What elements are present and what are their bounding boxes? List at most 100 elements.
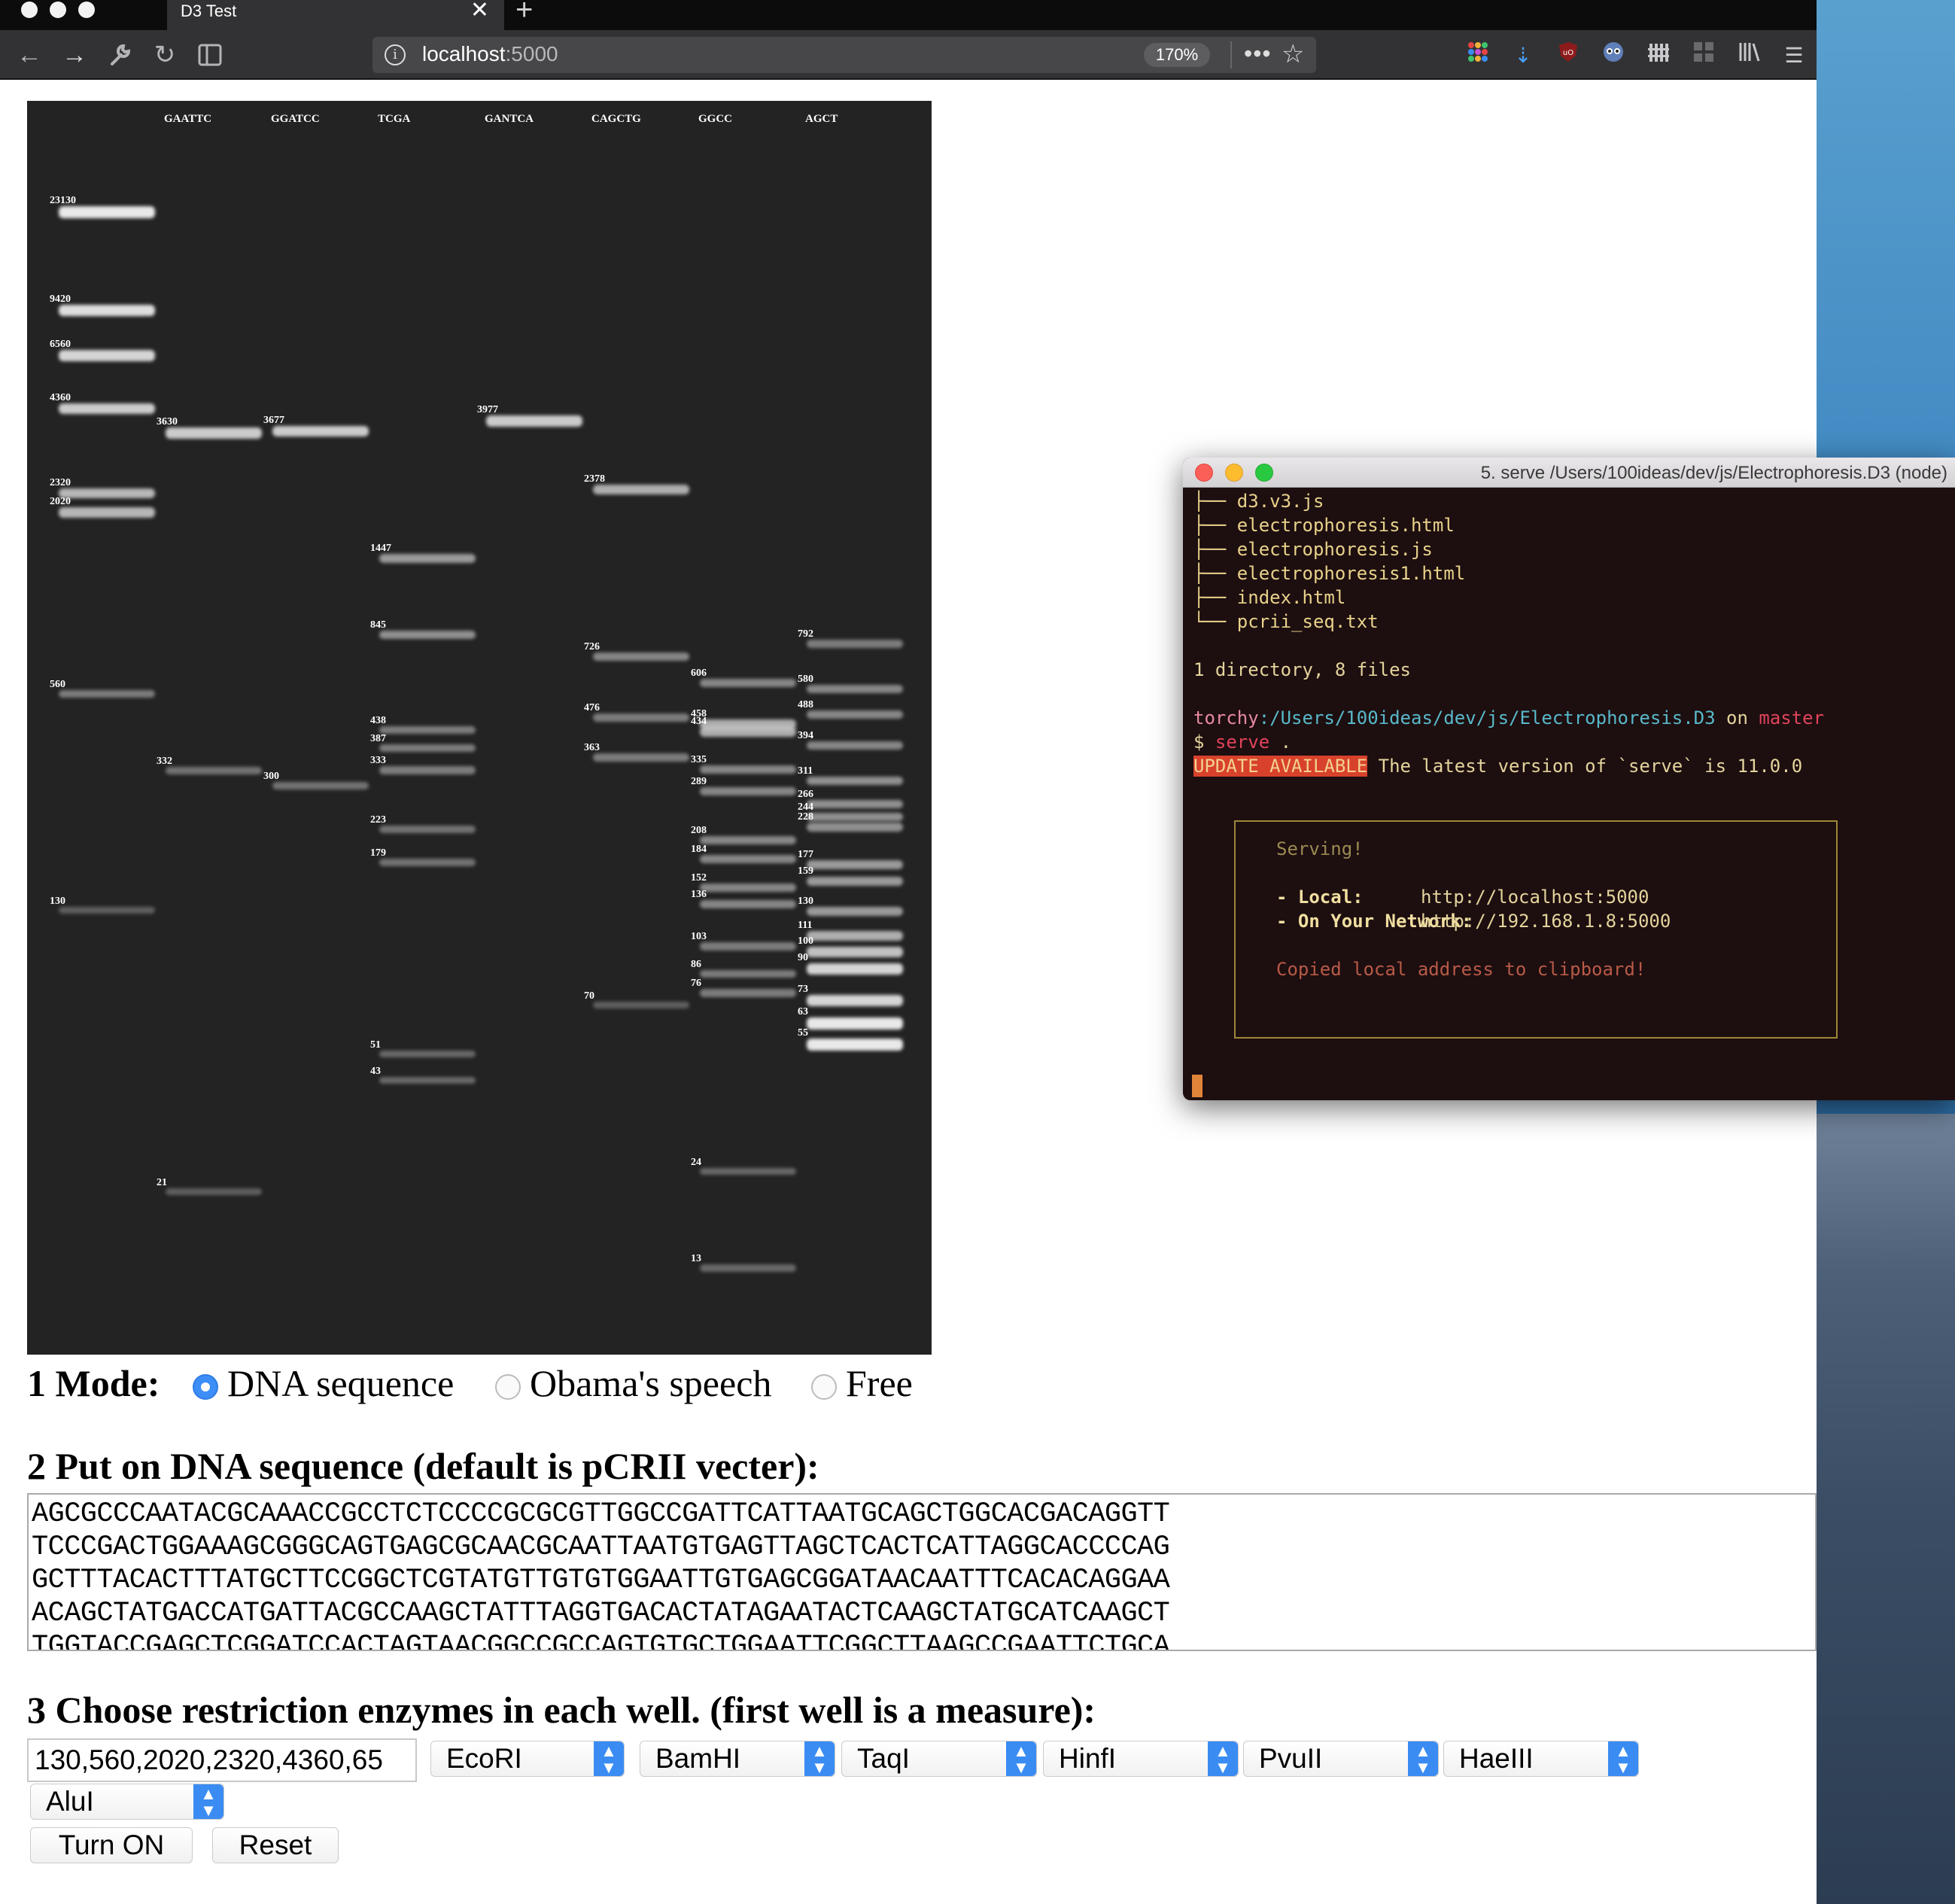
measure-input[interactable]: 130,560,2020,2320,4360,65 — [27, 1738, 417, 1782]
reset-button[interactable]: Reset — [212, 1827, 339, 1863]
gel-band — [59, 488, 155, 499]
lane-header: GAATTC — [164, 113, 212, 125]
sequence-textarea[interactable]: AGCGCCCAATACGCAAACCGCCTCTCCCCGCGCGTTGGCC… — [27, 1493, 1817, 1651]
lane-header: AGCT — [805, 113, 838, 125]
tree-line: ├── d3.v3.js — [1193, 491, 1324, 512]
enzyme-select-4[interactable]: HinfI ▲ ▼ — [1043, 1741, 1239, 1777]
enzyme-select-3[interactable]: TaqI ▲ ▼ — [841, 1741, 1037, 1777]
menu-icon[interactable]: ☰ — [1779, 41, 1809, 71]
privacy-extension-icon[interactable] — [1598, 41, 1628, 71]
sequence-line: GCTTTACACTTTATGCTTCCGGCTCGTATGTTGTGTGGAA… — [32, 1565, 1170, 1596]
band-size-label: 208 — [691, 825, 707, 837]
window-minimize-control[interactable] — [50, 2, 66, 18]
gel-band — [807, 963, 903, 975]
forward-icon[interactable]: → — [59, 38, 90, 72]
enzyme-select-value: HinfI — [1059, 1743, 1117, 1774]
chevron-updown-icon: ▲ ▼ — [1408, 1741, 1438, 1776]
gel-band — [700, 969, 796, 978]
chevron-updown-icon: ▲ ▼ — [1608, 1741, 1638, 1776]
new-tab-icon[interactable]: + — [515, 0, 533, 25]
copied-message: Copied local address to clipboard! — [1276, 959, 1646, 980]
gel-band — [379, 554, 476, 564]
gel-band — [166, 1188, 262, 1196]
window-close-control[interactable] — [21, 2, 38, 18]
band-size-label: 3977 — [477, 404, 498, 416]
navigation-toolbar: ← → ↻ i localhost:5000 170% ••• ☆ ⇣ uO ☰ — [0, 30, 1817, 80]
tab-grid-icon[interactable] — [1689, 41, 1719, 71]
band-size-label: 63 — [798, 1006, 808, 1018]
band-size-label: 23130 — [50, 195, 76, 206]
ublock-icon[interactable]: uO — [1553, 41, 1583, 71]
band-size-label: 311 — [798, 765, 813, 777]
enzyme-select-7[interactable]: AluI ▲ ▼ — [30, 1784, 224, 1820]
mode-label-free: Free — [846, 1362, 913, 1404]
sequence-line: AGCGCCCAATACGCAAACCGCCTCTCCCCGCGCGTTGGCC… — [32, 1498, 1170, 1530]
gel-band — [593, 753, 689, 762]
band-size-label: 130 — [798, 896, 813, 908]
enzyme-select-5[interactable]: PvuII ▲ ▼ — [1243, 1741, 1439, 1777]
page-info-icon[interactable]: i — [385, 44, 406, 65]
terminal-title: 5. serve /Users/100ideas/dev/js/Electrop… — [1480, 463, 1947, 483]
band-size-label: 103 — [691, 931, 707, 943]
gel-band — [807, 907, 903, 917]
gel-band — [807, 823, 903, 832]
url-port: :5000 — [505, 42, 558, 65]
chevron-updown-icon: ▲ ▼ — [594, 1741, 624, 1776]
download-icon[interactable]: ⇣ — [1508, 41, 1538, 71]
bookmark-star-icon[interactable]: ☆ — [1282, 37, 1304, 71]
gel-band — [700, 765, 796, 774]
enzyme-select-value: AluI — [46, 1786, 94, 1817]
mode-radio-dna[interactable] — [193, 1374, 218, 1400]
enzyme-select-1[interactable]: EcoRI ▲ ▼ — [430, 1741, 625, 1777]
reload-icon[interactable]: ↻ — [149, 38, 181, 72]
extension-grid-icon[interactable] — [1463, 41, 1493, 71]
wrench-icon[interactable] — [104, 38, 135, 72]
gel-band — [59, 907, 155, 914]
enzyme-select-value: EcoRI — [446, 1743, 522, 1774]
chevron-updown-icon: ▲ ▼ — [1208, 1741, 1238, 1776]
update-text: The latest version of `serve` is 11.0.0 — [1367, 756, 1803, 777]
back-icon[interactable]: ← — [14, 38, 45, 72]
gel-band — [379, 766, 476, 774]
prompt-dollar: $ — [1193, 731, 1215, 753]
mode-label-obama: Obama's speech — [530, 1362, 772, 1404]
fence-extension-icon[interactable] — [1643, 41, 1674, 71]
tab-d3-test[interactable]: D3 Test ✕ — [167, 0, 504, 30]
page-actions-icon[interactable]: ••• — [1244, 37, 1272, 70]
serving-box: Serving! - Local: http://localhost:5000 … — [1234, 820, 1838, 1039]
enzyme-select-2[interactable]: BamHI ▲ ▼ — [640, 1741, 835, 1777]
band-size-label: 86 — [691, 958, 701, 970]
band-size-label: 845 — [370, 619, 386, 631]
prompt-on: on — [1715, 707, 1759, 728]
shell-command: $ serve . — [1193, 730, 1291, 754]
gel-band — [59, 350, 155, 362]
tab-close-icon[interactable]: ✕ — [470, 0, 489, 22]
band-size-label: 100 — [798, 935, 813, 947]
band-size-label: 76 — [691, 978, 701, 990]
band-size-label: 9420 — [50, 293, 71, 305]
gel-band — [700, 727, 796, 738]
window-zoom-control[interactable] — [78, 2, 95, 18]
gel-band — [807, 685, 903, 694]
serving-title: Serving! — [1276, 838, 1364, 859]
band-size-label: 3677 — [263, 414, 284, 426]
address-bar[interactable]: i localhost:5000 170% ••• ☆ — [372, 37, 1316, 73]
zoom-level-badge[interactable]: 170% — [1144, 43, 1210, 67]
mode-radio-obama[interactable] — [495, 1374, 521, 1400]
sidebar-icon[interactable] — [194, 38, 226, 72]
command-arg: . — [1269, 731, 1292, 753]
band-size-label: 606 — [691, 667, 707, 679]
band-size-label: 223 — [370, 814, 386, 826]
mode-radio-free[interactable] — [811, 1374, 837, 1400]
gel-band — [700, 678, 796, 687]
chevron-updown-icon: ▲ ▼ — [1006, 1741, 1036, 1776]
local-url: http://localhost:5000 — [1421, 887, 1649, 908]
enzyme-select-6[interactable]: HaeIII ▲ ▼ — [1443, 1741, 1639, 1777]
tree-line: ├── electrophoresis.js — [1193, 539, 1433, 560]
library-icon[interactable] — [1734, 41, 1764, 71]
svg-text:uO: uO — [1563, 49, 1573, 57]
turn-on-button[interactable]: Turn ON — [30, 1827, 193, 1863]
gel-band — [593, 713, 689, 722]
gel-band — [807, 812, 903, 822]
gel-band — [807, 1039, 903, 1051]
